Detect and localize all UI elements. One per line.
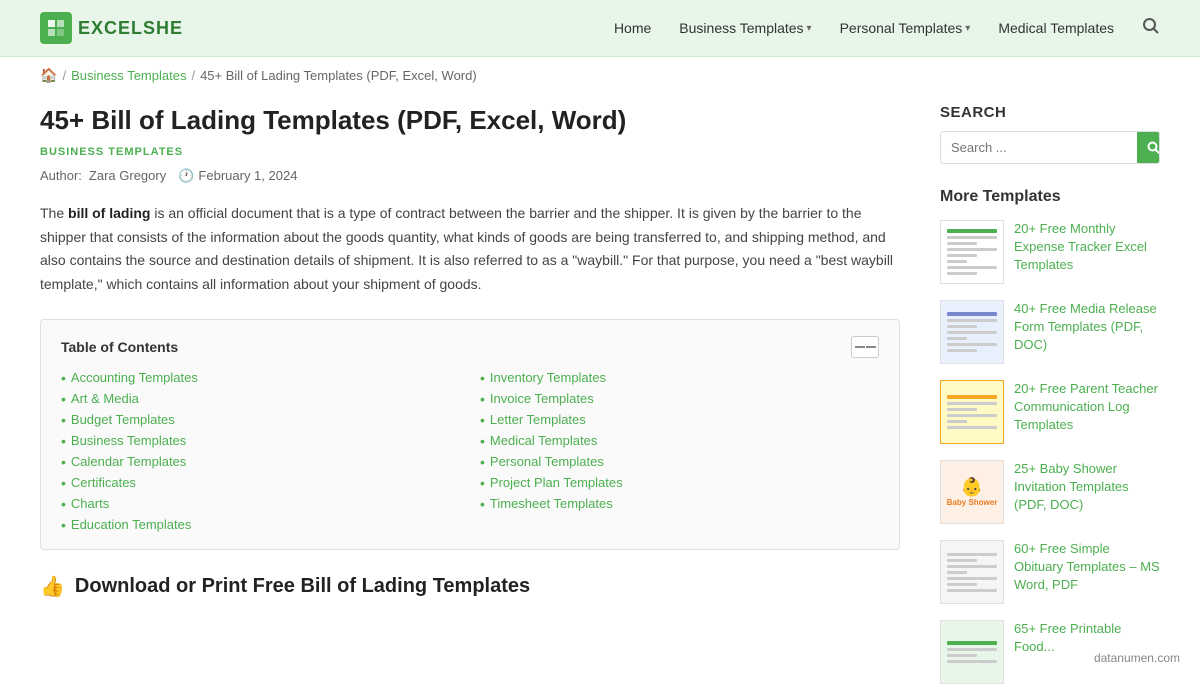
toc-item: Project Plan Templates: [480, 475, 879, 491]
bold-phrase: bill of lading: [68, 205, 150, 221]
template-info-1: 20+ Free Monthly Expense Tracker Excel T…: [1014, 220, 1160, 275]
toc-item: Inventory Templates: [480, 370, 879, 386]
template-link-3[interactable]: 20+ Free Parent Teacher Communication Lo…: [1014, 381, 1158, 432]
template-link-5[interactable]: 60+ Free Simple Obituary Templates – MS …: [1014, 541, 1160, 592]
home-icon[interactable]: 🏠: [40, 67, 57, 84]
template-thumb-3: [940, 380, 1004, 444]
logo-icon: [40, 12, 72, 44]
sidebar-search-input[interactable]: [941, 132, 1137, 163]
nav-personal-templates[interactable]: Personal Templates ▾: [840, 20, 971, 36]
header-search-button[interactable]: [1142, 17, 1160, 40]
toc-link-art[interactable]: Art & Media: [61, 391, 460, 407]
toc-link-budget[interactable]: Budget Templates: [61, 412, 460, 428]
toc-list: Accounting Templates Art & Media Budget …: [61, 370, 879, 533]
sidebar-search-submit[interactable]: [1137, 132, 1160, 163]
breadcrumb-current: 45+ Bill of Lading Templates (PDF, Excel…: [200, 68, 477, 83]
toc-title: Table of Contents: [61, 339, 178, 355]
site-header: EXCELSHE Home Business Templates ▾ Perso…: [0, 0, 1200, 57]
toc-link-medical[interactable]: Medical Templates: [480, 433, 879, 449]
breadcrumb-business-templates[interactable]: Business Templates: [71, 68, 186, 83]
article-meta: Author: Zara Gregory 🕐 February 1, 2024: [40, 168, 900, 184]
toc-item: Certificates: [61, 475, 460, 491]
chevron-down-icon: ▾: [965, 23, 970, 34]
main-content: 45+ Bill of Lading Templates (PDF, Excel…: [40, 94, 900, 700]
more-templates-section: More Templates 20+ Fre: [940, 188, 1160, 684]
template-card-2: 40+ Free Media Release Form Templates (P…: [940, 300, 1160, 364]
toc-item: Medical Templates: [480, 433, 879, 449]
breadcrumb-separator-2: /: [191, 68, 195, 83]
toc-link-letter[interactable]: Letter Templates: [480, 412, 879, 428]
template-card-3: 20+ Free Parent Teacher Communication Lo…: [940, 380, 1160, 444]
toc-item: Education Templates: [61, 517, 460, 533]
article-title: 45+ Bill of Lading Templates (PDF, Excel…: [40, 104, 900, 138]
article-author: Author: Zara Gregory: [40, 168, 166, 183]
download-title: Download or Print Free Bill of Lading Te…: [75, 575, 530, 598]
sidebar: SEARCH More Templates: [940, 94, 1160, 700]
template-thumb-1: [940, 220, 1004, 284]
breadcrumb-separator: /: [62, 68, 66, 83]
nav-business-templates[interactable]: Business Templates ▾: [679, 20, 811, 36]
toc-item: Charts: [61, 496, 460, 512]
site-logo[interactable]: EXCELSHE: [40, 12, 183, 44]
template-link-2[interactable]: 40+ Free Media Release Form Templates (P…: [1014, 301, 1157, 352]
sidebar-search-section: SEARCH: [940, 104, 1160, 164]
more-templates-title: More Templates: [940, 188, 1160, 206]
toc-item: Art & Media: [61, 391, 460, 407]
sidebar-search-box: [940, 131, 1160, 164]
toc-item: Calendar Templates: [61, 454, 460, 470]
article-category: BUSINESS TEMPLATES: [40, 146, 900, 158]
article-body: The bill of lading is an official docume…: [40, 202, 900, 297]
logo-text: EXCELSHE: [78, 18, 183, 39]
toc-link-certificates[interactable]: Certificates: [61, 475, 460, 491]
toc-link-timesheet[interactable]: Timesheet Templates: [480, 496, 879, 512]
toc-link-education[interactable]: Education Templates: [61, 517, 460, 533]
toc-link-project[interactable]: Project Plan Templates: [480, 475, 879, 491]
toc-item: Budget Templates: [61, 412, 460, 428]
toc-link-invoice[interactable]: Invoice Templates: [480, 391, 879, 407]
toc-link-business[interactable]: Business Templates: [61, 433, 460, 449]
toc-link-calendar[interactable]: Calendar Templates: [61, 454, 460, 470]
toc-item: Invoice Templates: [480, 391, 879, 407]
template-card-5: 60+ Free Simple Obituary Templates – MS …: [940, 540, 1160, 604]
toc-link-inventory[interactable]: Inventory Templates: [480, 370, 879, 386]
template-link-1[interactable]: 20+ Free Monthly Expense Tracker Excel T…: [1014, 221, 1147, 272]
toc-item: Accounting Templates: [61, 370, 460, 386]
download-section: 👍 Download or Print Free Bill of Lading …: [40, 574, 900, 599]
template-card-4: 👶 Baby Shower 25+ Baby Shower Invitation…: [940, 460, 1160, 524]
toc-item: Timesheet Templates: [480, 496, 879, 512]
template-card-1: 20+ Free Monthly Expense Tracker Excel T…: [940, 220, 1160, 284]
template-info-4: 25+ Baby Shower Invitation Templates (PD…: [1014, 460, 1160, 515]
nav-home[interactable]: Home: [614, 20, 651, 36]
template-info-2: 40+ Free Media Release Form Templates (P…: [1014, 300, 1160, 355]
toc-item: Letter Templates: [480, 412, 879, 428]
nav-medical-templates[interactable]: Medical Templates: [998, 20, 1114, 36]
template-info-3: 20+ Free Parent Teacher Communication Lo…: [1014, 380, 1160, 435]
sidebar-search-label: SEARCH: [940, 104, 1160, 121]
toggle-line-1: [855, 346, 865, 348]
toc-link-personal[interactable]: Personal Templates: [480, 454, 879, 470]
toc-toggle-button[interactable]: [851, 336, 879, 358]
template-thumb-6: [940, 620, 1004, 684]
toc-header: Table of Contents: [61, 336, 879, 358]
template-info-5: 60+ Free Simple Obituary Templates – MS …: [1014, 540, 1160, 595]
clock-icon: 🕐: [178, 168, 194, 184]
toggle-line-2: [866, 346, 876, 348]
toc-link-charts[interactable]: Charts: [61, 496, 460, 512]
template-thumb-2: [940, 300, 1004, 364]
template-thumb-5: [940, 540, 1004, 604]
footer-brand: datanumen.com: [1094, 651, 1180, 665]
article-date: 🕐 February 1, 2024: [178, 168, 297, 184]
template-link-4[interactable]: 25+ Baby Shower Invitation Templates (PD…: [1014, 461, 1129, 512]
template-thumb-4: 👶 Baby Shower: [940, 460, 1004, 524]
main-nav: Home Business Templates ▾ Personal Templ…: [614, 17, 1160, 40]
template-link-6[interactable]: 65+ Free Printable Food...: [1014, 621, 1121, 654]
table-of-contents: Table of Contents Accounting Templates A…: [40, 319, 900, 550]
toc-item: Business Templates: [61, 433, 460, 449]
thumbs-up-icon: 👍: [40, 574, 65, 599]
toc-item: Personal Templates: [480, 454, 879, 470]
toc-link-accounting[interactable]: Accounting Templates: [61, 370, 460, 386]
breadcrumb: 🏠 / Business Templates / 45+ Bill of Lad…: [0, 57, 1200, 94]
chevron-down-icon: ▾: [807, 23, 812, 34]
